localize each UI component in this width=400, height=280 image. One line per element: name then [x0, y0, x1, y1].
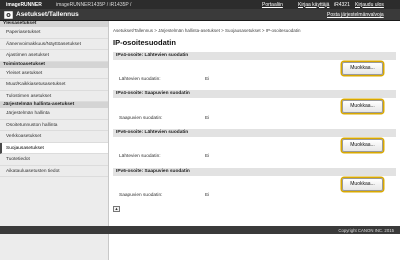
panel-header-ipv6-incoming: IPv6-osoite: Saapuvien suodatin: [113, 168, 396, 176]
brand-name: imageRUNNER: [6, 1, 42, 8]
sidebar-item-product-info[interactable]: Tuotetiedot: [0, 154, 108, 166]
copyright-text: Copyright CANON INC. 2015: [338, 227, 394, 233]
filter-value: Ei: [205, 154, 210, 159]
edit-button-ipv6-outgoing[interactable]: Muokkaa...: [342, 139, 383, 152]
logout-user-link[interactable]: Kirjaa käyttäjä: [298, 2, 329, 8]
sidebar: Yleisasetukset Paperiasetukset Äänenvoim…: [0, 21, 109, 260]
title-bar: Asetukset/Tallennus Posta järjestelmänva…: [0, 9, 400, 21]
filter-value: Ei: [205, 116, 210, 121]
filter-label: Lähtevien suodatin:: [119, 154, 161, 159]
edit-button-ipv6-incoming[interactable]: Muokkaa...: [342, 178, 383, 191]
portal-link[interactable]: Portaaliin: [262, 2, 283, 8]
back-to-top-icon[interactable]: ▲: [113, 206, 120, 212]
sidebar-item-other[interactable]: Muut/Kaikkiasetusasetukset: [0, 79, 108, 91]
filter-value: Ei: [205, 193, 210, 198]
filter-label: Lähtevien suodatin:: [119, 77, 161, 82]
edit-button-ipv4-incoming[interactable]: Muokkaa...: [342, 100, 383, 113]
edit-button-ipv4-outgoing[interactable]: Muokkaa...: [342, 62, 383, 75]
sidebar-item-timer[interactable]: Ajastimen asetukset: [0, 50, 108, 62]
sidebar-item-system-management[interactable]: Järjestelmän hallinta: [0, 108, 108, 120]
sidebar-item-volume-display[interactable]: Äänenvoimakkuus/Näyttöasetukset: [0, 39, 108, 50]
sidebar-item-general[interactable]: Yleiset asetukset: [0, 68, 108, 79]
sidebar-item-printer[interactable]: Tulostimen asetukset: [0, 91, 108, 102]
main-content: Asetukset/Tallennus > Järjestelmän halli…: [110, 21, 400, 260]
user-name: iR4321: [334, 1, 350, 8]
sidebar-item-security[interactable]: Suojausasetukset: [0, 142, 108, 154]
footer: Copyright CANON INC. 2015: [0, 226, 400, 234]
sidebar-item-paper[interactable]: Paperiasetukset: [0, 27, 108, 39]
panel-header-ipv6-outgoing: IPv6-osoite: Lähtevien suodatin: [113, 129, 396, 137]
filter-value: Ei: [205, 77, 210, 82]
logout-link[interactable]: Kirjaudu ulos: [355, 2, 384, 8]
sidebar-item-address-book[interactable]: Osoitetunnuston hallinta: [0, 120, 108, 131]
sidebar-item-network[interactable]: Verkkoasetukset: [0, 131, 108, 143]
top-bar: imageRUNNER imageRUNNER1435P / iR1435P /…: [0, 0, 400, 9]
page-section-title: Asetukset/Tallennus: [16, 11, 79, 18]
page-title: IP-osoitesuodatin: [113, 38, 176, 47]
settings-gear-icon: [4, 11, 13, 19]
admin-mail-link[interactable]: Posta järjestelmänvalvoja: [327, 12, 384, 18]
filter-label: Saapuvien suodatin:: [119, 116, 163, 121]
sidebar-item-schedule-info[interactable]: Aikatauluasetusten tiedot: [0, 166, 108, 177]
panel-header-ipv4-incoming: IPv4-osoite: Saapuvien suodatin: [113, 90, 396, 98]
panel-header-ipv4-outgoing: IPv4-osoite: Lähtevien suodatin: [113, 52, 396, 60]
filter-label: Saapuvien suodatin:: [119, 193, 163, 198]
device-model: imageRUNNER1435P / iR1435P /: [56, 1, 132, 8]
breadcrumb: Asetukset/Tallennus > Järjestelmän halli…: [113, 28, 301, 33]
